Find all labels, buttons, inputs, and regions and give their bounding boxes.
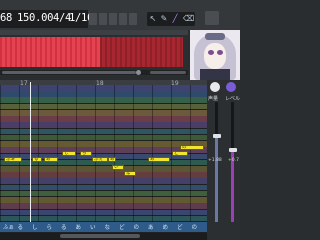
pitch-lane[interactable] [0,141,207,147]
arrangement-scroll-thumb[interactable] [2,71,136,74]
voicebank-portrait [190,30,240,80]
lyric-item[interactable]: い [90,223,96,231]
solo-button[interactable] [226,82,236,92]
transport-counter: 68 150.00 4/4 1/16 [0,10,93,28]
lyric-item[interactable]: あ [76,223,82,231]
lyric-item[interactable]: の [192,223,198,231]
beat-gridline [95,85,96,222]
beat-gridline [190,85,191,222]
lyric-item[interactable]: ふぁ [3,223,14,231]
note[interactable]: し [62,151,76,156]
pencil-tool-icon[interactable]: ✎ [160,14,168,24]
pitch-lane[interactable] [0,215,207,222]
lyric-item[interactable]: め [163,223,169,231]
lyric-item[interactable]: ど [119,223,125,231]
pitch-lane[interactable] [0,128,207,135]
transport-buttons [89,10,143,28]
pitch-lane[interactable] [0,103,207,110]
lyric-item[interactable]: る [61,223,67,231]
playhead[interactable] [30,82,31,228]
note[interactable]: あ [108,157,116,162]
pitch-lane[interactable] [0,91,207,97]
panel-toggle-icon[interactable] [205,11,219,25]
pitch-lane[interactable] [0,165,207,172]
note[interactable]: る [32,157,42,162]
pitch-lane[interactable] [0,116,207,122]
pitch-lane[interactable] [0,178,207,185]
note-grid[interactable]: ふぁ る あ し ら ふぇ あ い な あ ど の [0,85,207,222]
stop-button[interactable] [99,13,107,25]
select-tool-icon[interactable]: ↖ [149,14,157,24]
pitch-lane[interactable] [0,97,207,104]
lyric-item[interactable]: な [105,223,111,231]
pitch-lane[interactable] [0,134,207,141]
level-db-value: +0.7 [228,158,239,163]
beat-gridline [19,85,20,222]
note[interactable]: ふぇ [92,157,108,162]
volume-fader-knob[interactable] [213,134,221,138]
lyric-item[interactable]: の [134,223,140,231]
lyric-item[interactable]: る [18,223,24,231]
line-tool-icon[interactable]: ╱ [171,14,179,24]
level-fader-knob[interactable] [229,148,237,152]
pitch-lane[interactable] [0,209,207,216]
pitch-lane[interactable] [0,122,207,128]
eraser-tool-icon[interactable]: ⌫ [183,14,194,24]
note[interactable]: の [180,145,204,150]
arrangement-ruler[interactable] [0,30,188,35]
lyric-item[interactable]: ど [177,223,183,231]
edit-tools: ↖ ✎ ╱ ⌫ [147,12,195,26]
piano-roll-scroll-thumb[interactable] [60,234,140,238]
strip-label: レベル [225,96,241,102]
record-button[interactable] [119,13,127,25]
note[interactable]: ふぁ [4,157,22,162]
arrangement-clip-inactive[interactable] [100,37,183,67]
pitch-lane[interactable] [0,197,207,203]
note[interactable]: い [112,165,124,170]
note[interactable]: ど [172,151,188,156]
volume-db-value: +1.88 [208,158,222,163]
note[interactable]: な [124,171,136,176]
beat-gridline [0,85,1,222]
rewind-button[interactable] [89,13,97,25]
lyric-item[interactable]: ら [47,223,53,231]
measure-display[interactable]: 68 [0,12,12,24]
note[interactable]: あ [148,157,170,162]
note[interactable]: あ [44,157,58,162]
arrangement-zoom-slider[interactable] [150,71,186,74]
arrangement-zoom-knob[interactable] [136,70,141,75]
pitch-lane[interactable] [0,190,207,197]
lyric-item[interactable]: あ [148,223,154,231]
pitch-lane[interactable] [0,109,207,116]
note[interactable]: ら [80,151,92,156]
beat-gridline [38,85,39,222]
pitch-lane[interactable] [0,184,207,191]
beat-gridline [76,85,77,222]
loop-button[interactable] [129,13,137,25]
beat-gridline [152,85,153,222]
pitch-lane[interactable] [0,172,207,178]
pitch-lane[interactable] [0,203,207,209]
beat-gridline [114,85,115,222]
pitch-lane[interactable] [0,85,207,91]
lyric-item[interactable]: し [32,223,38,231]
beat-gridline [57,85,58,222]
play-button[interactable] [109,13,117,25]
beat-gridline [133,85,134,222]
mute-button[interactable] [210,82,220,92]
tempo-display[interactable]: 150.00 [17,12,53,24]
strip-label: 声量 [208,96,219,102]
